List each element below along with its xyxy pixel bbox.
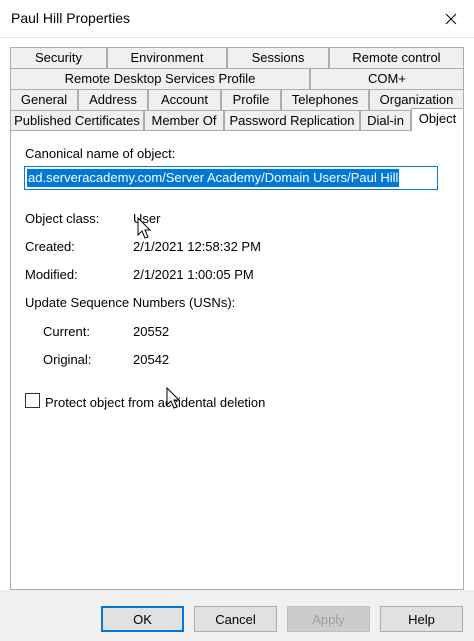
mouse-pointer-icon bbox=[166, 387, 181, 409]
tab-object[interactable]: Object bbox=[411, 108, 464, 132]
tab-strip: Security Environment Sessions Remote con… bbox=[10, 47, 464, 132]
usn-original-label: Original: bbox=[43, 352, 92, 367]
created-value: 2/1/2021 12:58:32 PM bbox=[133, 239, 261, 254]
usn-current-label: Current: bbox=[43, 324, 90, 339]
tab-password-replication[interactable]: Password Replication bbox=[224, 110, 360, 131]
tab-row-4: Published Certificates Member Of Passwor… bbox=[10, 108, 464, 132]
mouse-pointer-icon bbox=[137, 217, 152, 239]
tab-telephones[interactable]: Telephones bbox=[281, 89, 369, 110]
cancel-button[interactable]: Cancel bbox=[194, 606, 277, 632]
tab-remote-control[interactable]: Remote control bbox=[329, 47, 464, 68]
ok-button[interactable]: OK bbox=[101, 606, 184, 632]
canonical-name-value: ad.serveracademy.com/Server Academy/Doma… bbox=[27, 169, 400, 187]
apply-button[interactable]: Apply bbox=[287, 606, 370, 632]
object-class-label: Object class: bbox=[25, 211, 100, 226]
usn-current-value: 20552 bbox=[133, 324, 170, 339]
close-button[interactable] bbox=[428, 0, 474, 38]
tab-general[interactable]: General bbox=[10, 89, 78, 110]
title-bar: Paul Hill Properties bbox=[0, 0, 474, 38]
tab-remote-desktop-services-profile[interactable]: Remote Desktop Services Profile bbox=[10, 68, 310, 89]
tab-dial-in[interactable]: Dial-in bbox=[360, 110, 411, 131]
tab-member-of[interactable]: Member Of bbox=[144, 110, 224, 131]
tab-address[interactable]: Address bbox=[78, 89, 148, 110]
canonical-name-field[interactable]: ad.serveracademy.com/Server Academy/Doma… bbox=[24, 166, 438, 190]
tab-security[interactable]: Security bbox=[10, 47, 107, 68]
close-icon bbox=[445, 13, 457, 25]
help-button[interactable]: Help bbox=[380, 606, 463, 632]
tab-organization[interactable]: Organization bbox=[369, 89, 464, 110]
tab-row-1: Security Environment Sessions Remote con… bbox=[10, 47, 464, 68]
tab-profile[interactable]: Profile bbox=[221, 89, 281, 110]
window-title: Paul Hill Properties bbox=[11, 10, 131, 26]
tab-row-3: General Address Account Profile Telephon… bbox=[10, 89, 464, 110]
usn-original-value: 20542 bbox=[133, 352, 170, 367]
tab-environment[interactable]: Environment bbox=[107, 47, 227, 68]
protect-deletion-checkbox[interactable] bbox=[25, 393, 40, 408]
tab-account[interactable]: Account bbox=[148, 89, 221, 110]
tab-row-2: Remote Desktop Services Profile COM+ bbox=[10, 68, 464, 89]
tab-published-certificates[interactable]: Published Certificates bbox=[10, 110, 144, 131]
modified-value: 2/1/2021 1:00:05 PM bbox=[133, 267, 254, 282]
created-label: Created: bbox=[25, 239, 75, 254]
usn-label: Update Sequence Numbers (USNs): bbox=[25, 295, 236, 310]
protect-deletion-label[interactable]: Protect object from accidental deletion bbox=[45, 395, 265, 410]
modified-label: Modified: bbox=[25, 267, 78, 282]
canonical-name-label: Canonical name of object: bbox=[25, 146, 176, 161]
tab-sessions[interactable]: Sessions bbox=[227, 47, 329, 68]
tab-com-plus[interactable]: COM+ bbox=[310, 68, 464, 89]
